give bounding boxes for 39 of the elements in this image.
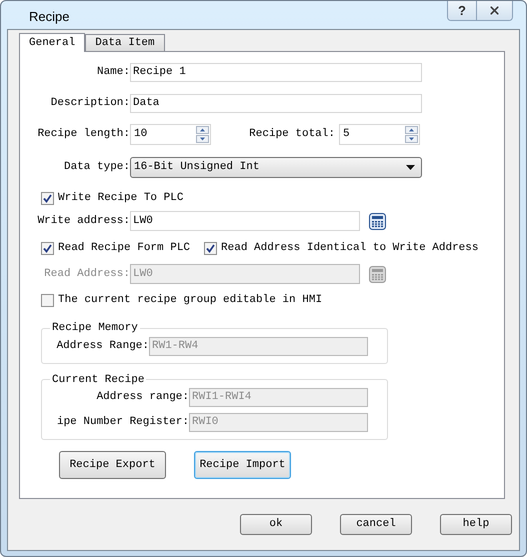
checkbox[interactable] — [41, 242, 54, 254]
dropdown-arrow-icon[interactable] — [406, 165, 415, 170]
field-label: Recipe length: — [38, 127, 130, 142]
text-field[interactable]: Data — [130, 94, 422, 113]
checkbox-label: Write Recipe To PLC — [58, 190, 184, 206]
field-label: Address Range: — [56, 338, 149, 354]
tab[interactable]: Data Item — [85, 34, 165, 51]
field-label: ipe Number Register: — [56, 415, 189, 430]
close-button[interactable] — [477, 1, 512, 20]
spin-field[interactable]: 5 — [339, 124, 420, 145]
checkbox-label: Read Recipe Form PLC — [58, 240, 190, 256]
field-label: Read Address: — [44, 266, 130, 282]
data-type-dropdown[interactable]: 16-Bit Unsigned Int — [130, 157, 422, 178]
checkbox[interactable] — [204, 242, 218, 254]
field-label: Write address: — [38, 214, 130, 229]
dialog-button[interactable]: help — [440, 514, 512, 535]
dialog-button[interactable]: Recipe Export — [59, 451, 166, 479]
calculator-icon[interactable] — [369, 212, 386, 230]
text-field[interactable]: Recipe 1 — [130, 63, 422, 82]
field-label: Data type: — [64, 160, 130, 176]
group-title: Current Recipe — [51, 372, 146, 388]
spin-field[interactable]: 10 — [130, 124, 211, 145]
checkbox[interactable] — [41, 192, 54, 204]
group-title: Recipe Memory — [51, 321, 139, 336]
checkbox[interactable] — [41, 294, 54, 306]
field-label: Recipe total: — [249, 127, 335, 142]
window-title: Recipe — [29, 8, 70, 26]
close-icon — [488, 4, 501, 17]
field-label: Description: — [50, 96, 130, 112]
dialog-button[interactable]: cancel — [340, 514, 412, 535]
dialog-button[interactable]: ok — [240, 514, 312, 535]
tab[interactable]: General — [19, 33, 86, 52]
checkbox-label: Read Address Identical to Write Address — [221, 240, 478, 256]
dialog-button[interactable]: Recipe Import — [194, 451, 291, 479]
field-label: Name: — [96, 65, 130, 80]
help-button[interactable]: ? — [448, 1, 477, 20]
text-field[interactable]: LW0 — [130, 211, 360, 231]
checkbox-label: The current recipe group editable in HMI — [58, 292, 322, 308]
field-label: Address range: — [96, 390, 189, 406]
